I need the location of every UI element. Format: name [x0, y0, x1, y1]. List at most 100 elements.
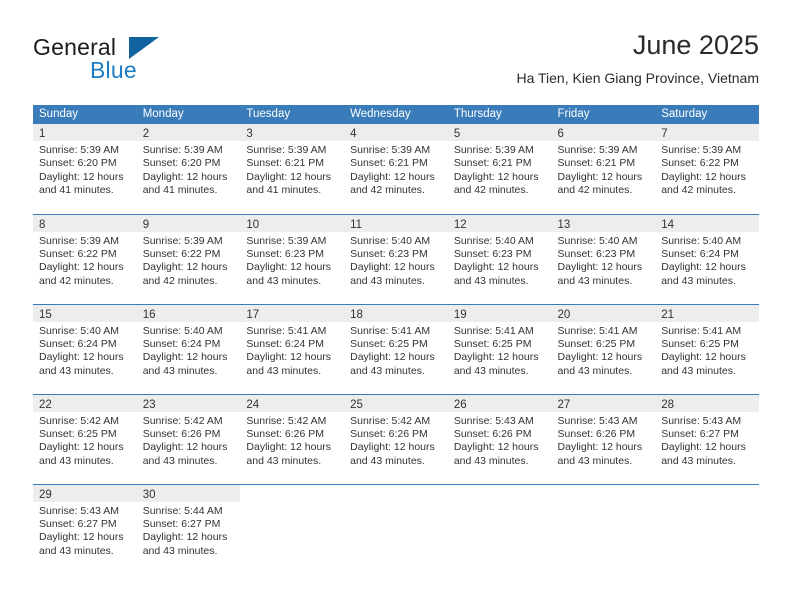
calendar-day-cell[interactable]: 2 Sunrise: 5:39 AM Sunset: 6:20 PM Daylight…	[136, 124, 241, 214]
calendar-day-cell[interactable]: 12 Sunrise: 5:40 AM Sunset: 6:23 PM Dayligh…	[447, 213, 552, 304]
calendar-day-cell[interactable]: 22 Sunrise: 5:42 AM Sunset: 6:25 PM Dayligh…	[33, 393, 137, 484]
calendar-day-cell[interactable]: 30 Sunrise: 5:44 AM Sunset: 6:27 PM Dayligh…	[136, 483, 241, 574]
daylight-text-line1: Daylight: 12 hours	[39, 441, 124, 454]
daylight-text-line2: and 43 minutes.	[39, 364, 114, 377]
day-details: Sunrise: 5:39 AM Sunset: 6:21 PM Daylight:…	[240, 141, 344, 198]
day-number-band: 24	[240, 394, 345, 412]
day-number: 15	[39, 308, 52, 321]
daylight-text-line1: Daylight: 12 hours	[350, 170, 435, 183]
day-details: Sunrise: 5:41 AM Sunset: 6:24 PM Daylight:…	[240, 322, 344, 379]
weekday-header-monday: Monday	[136, 105, 241, 124]
calendar-day-cell[interactable]: 26 Sunrise: 5:43 AM Sunset: 6:26 PM Dayligh…	[447, 393, 552, 484]
calendar-day-cell[interactable]: 28 Sunrise: 5:43 AM Sunset: 6:27 PM Dayligh…	[655, 393, 759, 484]
calendar-day-cell[interactable]: 17 Sunrise: 5:41 AM Sunset: 6:24 PM Dayligh…	[240, 303, 345, 394]
calendar-day-cell[interactable]: 6 Sunrise: 5:39 AM Sunset: 6:21 PM Daylight…	[551, 124, 656, 214]
day-number: 16	[142, 308, 156, 321]
day-number-band: 14	[655, 214, 759, 232]
sunrise-text: Sunrise: 5:40 AM	[557, 234, 638, 247]
calendar-day-cell[interactable]: 19 Sunrise: 5:41 AM Sunset: 6:25 PM Dayligh…	[447, 303, 552, 394]
calendar-week-row: 1 Sunrise: 5:39 AM Sunset: 6:20 PM Daylight…	[33, 124, 759, 214]
brand-name-blue: Blue	[90, 57, 137, 83]
daylight-text-line2: and 41 minutes.	[142, 184, 218, 197]
page-subtitle: Ha Tien, Kien Giang Province, Vietnam	[516, 70, 759, 86]
daylight-text-line1: Daylight: 12 hours	[142, 531, 228, 544]
sunset-text: Sunset: 6:25 PM	[661, 337, 739, 350]
sunrise-text: Sunrise: 5:41 AM	[350, 324, 431, 337]
sunrise-text: Sunrise: 5:42 AM	[350, 414, 431, 427]
calendar-day-cell[interactable]: 10 Sunrise: 5:39 AM Sunset: 6:23 PM Dayligh…	[240, 213, 345, 304]
calendar-day-cell[interactable]: 9 Sunrise: 5:39 AM Sunset: 6:22 PM Daylight…	[136, 213, 241, 304]
calendar-day-cell[interactable]: 11 Sunrise: 5:40 AM Sunset: 6:23 PM Dayligh…	[344, 213, 448, 304]
sunrise-sunset-calendar: Sunday Monday Tuesday Wednesday Thursday…	[33, 105, 759, 574]
sunset-text: Sunset: 6:20 PM	[39, 157, 117, 170]
day-details: Sunrise: 5:40 AM Sunset: 6:24 PM Daylight:…	[137, 322, 241, 379]
day-number-band: 2	[136, 124, 241, 141]
page-header: General Blue June 2025 Ha Tien, Kien Gia…	[33, 28, 759, 98]
calendar-day-cell-empty	[344, 483, 448, 574]
sunrise-text: Sunrise: 5:39 AM	[350, 144, 431, 156]
daylight-text-line2: and 43 minutes.	[350, 274, 425, 287]
calendar-day-cell[interactable]: 3 Sunrise: 5:39 AM Sunset: 6:21 PM Daylight…	[240, 124, 345, 214]
day-details: Sunrise: 5:42 AM Sunset: 6:25 PM Daylight:…	[33, 412, 137, 469]
day-details: Sunrise: 5:43 AM Sunset: 6:27 PM Daylight:…	[33, 502, 137, 559]
calendar-day-cell[interactable]: 13 Sunrise: 5:40 AM Sunset: 6:23 PM Dayligh…	[551, 213, 656, 304]
day-number: 23	[142, 398, 156, 411]
sunset-text: Sunset: 6:24 PM	[142, 337, 221, 350]
daylight-text-line2: and 43 minutes.	[246, 274, 322, 287]
weekday-header-tuesday: Tuesday	[240, 105, 345, 124]
day-details	[552, 502, 656, 505]
sunset-text: Sunset: 6:24 PM	[246, 337, 325, 350]
calendar-day-cell[interactable]: 20 Sunrise: 5:41 AM Sunset: 6:25 PM Dayligh…	[551, 303, 656, 394]
calendar-week-row: 15 Sunrise: 5:40 AM Sunset: 6:24 PM Dayligh…	[33, 303, 759, 394]
calendar-day-cell[interactable]: 23 Sunrise: 5:42 AM Sunset: 6:26 PM Dayligh…	[136, 393, 241, 484]
day-details: Sunrise: 5:41 AM Sunset: 6:25 PM Daylight:…	[552, 322, 656, 379]
weekday-header-sunday: Sunday	[33, 105, 137, 124]
calendar-day-cell[interactable]: 1 Sunrise: 5:39 AM Sunset: 6:20 PM Daylight…	[33, 124, 137, 214]
calendar-day-cell-empty	[447, 483, 552, 574]
calendar-day-cell[interactable]: 27 Sunrise: 5:43 AM Sunset: 6:26 PM Dayligh…	[551, 393, 656, 484]
calendar-day-cell[interactable]: 16 Sunrise: 5:40 AM Sunset: 6:24 PM Dayligh…	[136, 303, 241, 394]
day-details: Sunrise: 5:39 AM Sunset: 6:22 PM Daylight:…	[655, 141, 759, 198]
sunrise-text: Sunrise: 5:39 AM	[453, 144, 534, 156]
sunset-text: Sunset: 6:22 PM	[142, 247, 221, 260]
calendar-day-cell-empty	[655, 483, 759, 574]
day-number: 24	[246, 398, 260, 411]
daylight-text-line2: and 43 minutes.	[246, 454, 322, 467]
day-details: Sunrise: 5:43 AM Sunset: 6:27 PM Daylight:…	[655, 412, 759, 469]
calendar-day-cell[interactable]: 24 Sunrise: 5:42 AM Sunset: 6:26 PM Dayligh…	[240, 393, 345, 484]
day-details: Sunrise: 5:40 AM Sunset: 6:23 PM Daylight:…	[344, 232, 448, 289]
daylight-text-line2: and 43 minutes.	[350, 454, 425, 467]
day-details: Sunrise: 5:40 AM Sunset: 6:23 PM Daylight:…	[448, 232, 552, 289]
sunrise-text: Sunrise: 5:39 AM	[142, 144, 223, 156]
calendar-day-cell[interactable]: 7 Sunrise: 5:39 AM Sunset: 6:22 PM Daylight…	[655, 124, 759, 214]
calendar-day-cell[interactable]: 4 Sunrise: 5:39 AM Sunset: 6:21 PM Daylight…	[344, 124, 448, 214]
calendar-day-cell[interactable]: 25 Sunrise: 5:42 AM Sunset: 6:26 PM Dayligh…	[344, 393, 448, 484]
daylight-text-line2: and 42 minutes.	[453, 184, 529, 197]
daylight-text-line1: Daylight: 12 hours	[557, 441, 643, 454]
calendar-day-cell[interactable]: 8 Sunrise: 5:39 AM Sunset: 6:22 PM Daylight…	[33, 213, 137, 304]
daylight-text-line1: Daylight: 12 hours	[661, 351, 746, 364]
calendar-day-cell[interactable]: 15 Sunrise: 5:40 AM Sunset: 6:24 PM Dayligh…	[33, 303, 137, 394]
day-details: Sunrise: 5:40 AM Sunset: 6:23 PM Daylight:…	[552, 232, 656, 289]
title-block: June 2025 Ha Tien, Kien Giang Province, …	[516, 28, 759, 88]
daylight-text-line2: and 43 minutes.	[661, 364, 736, 377]
sunset-text: Sunset: 6:20 PM	[142, 157, 221, 170]
brand-logo[interactable]: General Blue	[33, 34, 273, 92]
calendar-day-cell[interactable]: 14 Sunrise: 5:40 AM Sunset: 6:24 PM Dayligh…	[655, 213, 759, 304]
day-number-band: 18	[344, 304, 448, 322]
calendar-day-cell[interactable]: 21 Sunrise: 5:41 AM Sunset: 6:25 PM Dayligh…	[655, 303, 759, 394]
day-number-band	[551, 484, 656, 502]
day-details: Sunrise: 5:41 AM Sunset: 6:25 PM Daylight:…	[655, 322, 759, 379]
daylight-text-line2: and 43 minutes.	[39, 454, 114, 467]
sunset-text: Sunset: 6:22 PM	[39, 247, 117, 260]
calendar-day-cell[interactable]: 18 Sunrise: 5:41 AM Sunset: 6:25 PM Dayligh…	[344, 303, 448, 394]
day-number: 25	[350, 398, 363, 411]
day-number: 27	[557, 398, 571, 411]
calendar-day-cell[interactable]: 5 Sunrise: 5:39 AM Sunset: 6:21 PM Daylight…	[447, 124, 552, 214]
sunrise-text: Sunrise: 5:41 AM	[557, 324, 638, 337]
calendar-day-cell[interactable]: 29 Sunrise: 5:43 AM Sunset: 6:27 PM Dayligh…	[33, 483, 137, 574]
daylight-text-line1: Daylight: 12 hours	[350, 261, 435, 274]
day-number: 20	[557, 308, 571, 321]
sunset-text: Sunset: 6:25 PM	[557, 337, 636, 350]
daylight-text-line2: and 43 minutes.	[453, 274, 529, 287]
